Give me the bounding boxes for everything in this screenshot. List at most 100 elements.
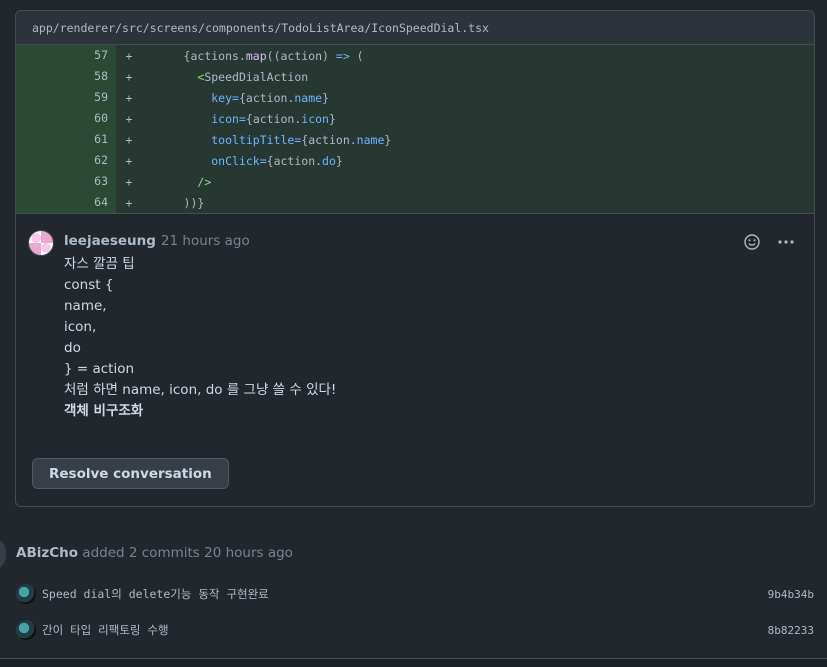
comment-actions <box>742 232 796 252</box>
diff-line: 57 + {actions.map((action) => ( <box>16 45 814 66</box>
line-number[interactable]: 57 <box>16 45 116 66</box>
code-token: } <box>322 90 329 105</box>
commit-message[interactable]: Speed dial의 delete기능 동작 구현완료 <box>42 586 269 602</box>
review-comment: leejaeseung 21 hours ago 자스 깔끔 팁 const {… <box>16 214 814 422</box>
diff-sign: + <box>125 111 133 126</box>
code-token: } <box>328 111 336 126</box>
diff-line: 64 + ))} <box>16 192 814 213</box>
comment-line: 처럼 하면 name, icon, do 를 그냥 쓸 수 있다! <box>64 382 337 398</box>
diff-sign: + <box>125 90 133 105</box>
review-thread: app/renderer/src/screens/components/Todo… <box>15 10 815 507</box>
code-token: = <box>259 153 267 168</box>
diff-sign: + <box>125 195 133 210</box>
code-token: } <box>384 132 392 147</box>
code-line: /> <box>142 175 211 189</box>
file-path[interactable]: app/renderer/src/screens/components/Todo… <box>32 21 489 35</box>
line-number[interactable]: 61 <box>16 129 116 150</box>
code-token: {actions. <box>183 48 246 63</box>
code-token: icon <box>211 111 239 126</box>
commit-message[interactable]: 간이 타입 리팩토링 수행 <box>42 622 169 638</box>
resolve-conversation-button[interactable]: Resolve conversation <box>32 458 229 489</box>
code-line: <SpeedDialAction <box>142 70 308 84</box>
commit-row: Speed dial의 delete기능 동작 구현완료 9b4b34b <box>16 584 816 604</box>
commit-row: 간이 타입 리팩토링 수행 8b82233 <box>16 620 816 640</box>
diff-table: 57 + {actions.map((action) => (58 + <Speed… <box>16 45 814 213</box>
code-token: /> <box>197 174 212 189</box>
code-token: name <box>294 90 323 105</box>
commit-avatar[interactable] <box>16 620 36 640</box>
code-token: key <box>211 90 233 105</box>
comment-bold-line: 객체 비구조화 <box>64 403 144 419</box>
code-line: {actions.map((action) => ( <box>142 49 364 63</box>
code-token: map <box>245 48 267 63</box>
code-token: {action. <box>238 90 295 105</box>
code-token: => <box>335 48 350 63</box>
commit-avatar[interactable] <box>16 584 36 604</box>
code-token: {action. <box>301 132 357 147</box>
line-number[interactable]: 59 <box>16 87 116 108</box>
code-token: onClick <box>211 153 260 168</box>
diff-line: 60 + icon={action.icon} <box>16 108 814 129</box>
code-token: ((action) <box>266 48 336 63</box>
diff-sign: + <box>125 132 133 147</box>
code-token: do <box>322 153 336 168</box>
code-token: name <box>356 132 385 147</box>
comment-line: icon, <box>64 319 97 335</box>
comment-timestamp[interactable]: 21 hours ago <box>161 233 250 249</box>
comment-line: } = action <box>64 361 135 377</box>
code-line: icon={action.icon} <box>142 112 336 126</box>
code-token: = <box>238 111 246 126</box>
code-line: ))} <box>142 195 205 210</box>
timeline-avatar-edge <box>0 540 6 568</box>
diff-line: 63 + /> <box>16 171 814 192</box>
code-token: {action. <box>245 111 302 126</box>
event-author[interactable]: ABizCho <box>16 545 78 561</box>
comment-header: leejaeseung 21 hours ago <box>64 230 798 252</box>
line-number[interactable]: 64 <box>16 192 116 213</box>
line-number[interactable]: 63 <box>16 171 116 192</box>
kebab-horizontal-icon[interactable] <box>776 232 796 252</box>
smiley-icon[interactable] <box>742 232 762 252</box>
diff-sign: + <box>125 69 133 84</box>
code-token: ( <box>349 48 364 63</box>
code-token: icon <box>301 111 329 126</box>
code-token: tooltipTitle <box>211 132 295 147</box>
code-token: {action. <box>266 153 323 168</box>
avatar[interactable] <box>28 230 54 256</box>
comment-author[interactable]: leejaeseung <box>64 233 156 249</box>
comment-line: name, <box>64 298 107 314</box>
code-token: } <box>335 153 343 168</box>
diff-sign: + <box>125 174 133 189</box>
diff-line: 58 + <SpeedDialAction <box>16 66 814 87</box>
timeline-event: ABizCho added 2 commits 20 hours ago <box>16 545 293 561</box>
commit-sha[interactable]: 9b4b34b <box>768 588 814 601</box>
code-line: onClick={action.do} <box>142 154 343 168</box>
comment-body: 자스 깔끔 팁 const { name, icon, do } = actio… <box>64 254 798 422</box>
diff-line: 61 + tooltipTitle={action.name} <box>16 129 814 150</box>
comment-line: 자스 깔끔 팁 <box>64 256 135 272</box>
line-number[interactable]: 60 <box>16 108 116 129</box>
comment-line: const { <box>64 277 114 293</box>
diff-line: 62 + onClick={action.do} <box>16 150 814 171</box>
diff-line: 59 + key={action.name} <box>16 87 814 108</box>
event-text: added 2 commits 20 hours ago <box>78 545 293 561</box>
code-token: SpeedDialAction <box>204 69 309 84</box>
commit-sha[interactable]: 8b82233 <box>768 624 814 637</box>
code-line: tooltipTitle={action.name} <box>142 133 391 147</box>
line-number[interactable]: 62 <box>16 150 116 171</box>
code-token: ))} <box>183 195 205 210</box>
comment-line: do <box>64 340 81 356</box>
diff-sign: + <box>125 48 133 63</box>
file-header: app/renderer/src/screens/components/Todo… <box>16 11 814 45</box>
code-token: = <box>232 90 239 105</box>
diff-sign: + <box>125 153 133 168</box>
line-number[interactable]: 58 <box>16 66 116 87</box>
